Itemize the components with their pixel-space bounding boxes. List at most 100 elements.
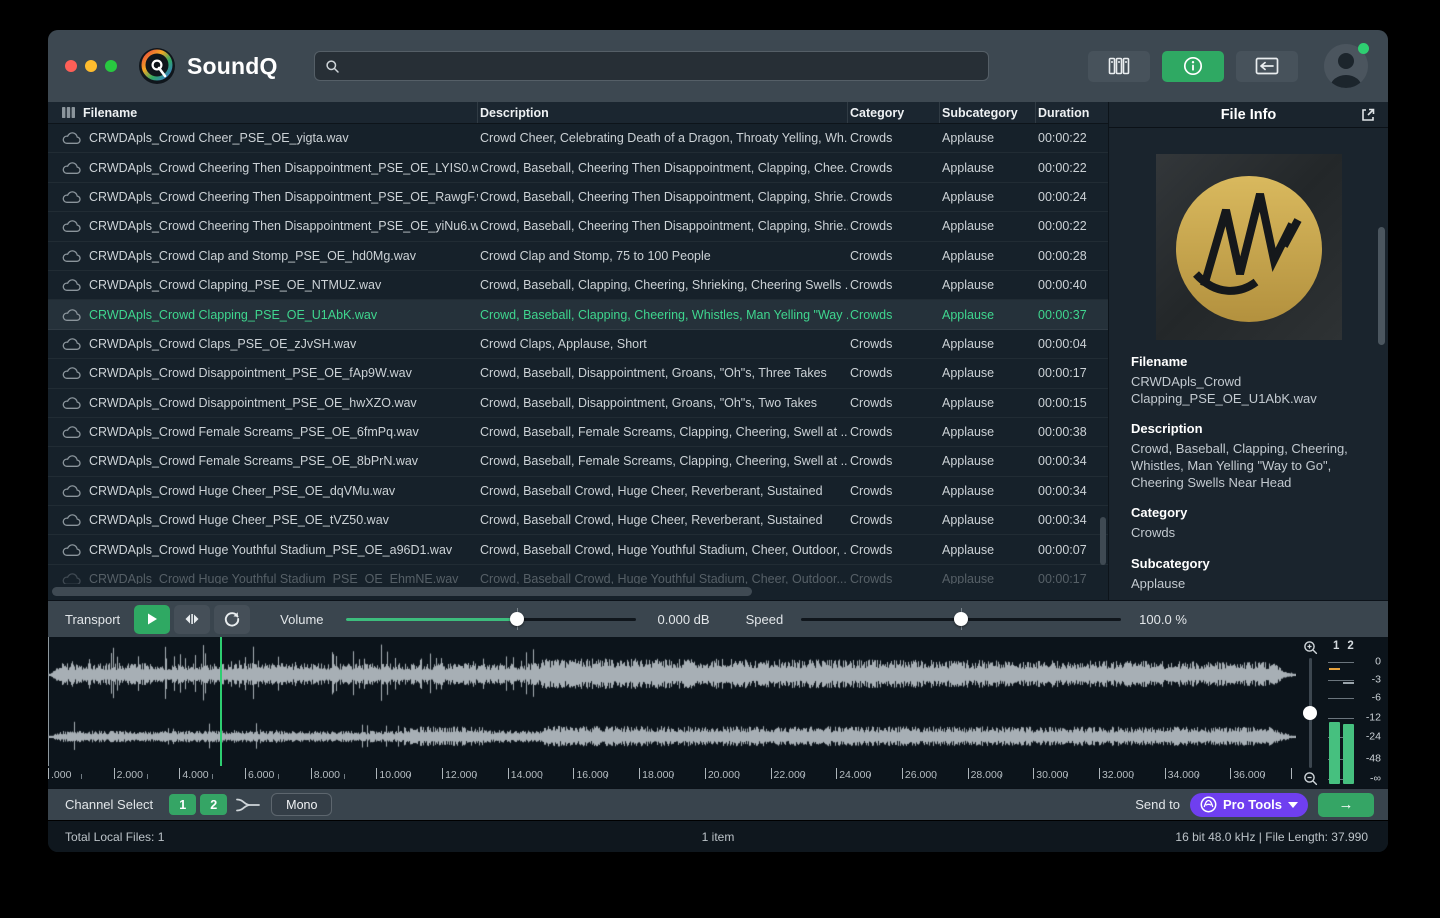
send-button[interactable]: →	[1318, 793, 1374, 817]
channel-1-button[interactable]: 1	[169, 794, 196, 815]
speed-slider-knob[interactable]	[954, 612, 968, 626]
row-filename: CRWDApls_Crowd Cheering Then Disappointm…	[89, 161, 478, 175]
row-duration: 00:00:38	[1036, 425, 1108, 439]
search-input[interactable]	[314, 51, 989, 81]
col-header-duration[interactable]: Duration	[1036, 102, 1108, 123]
cloud-icon	[62, 190, 81, 204]
table-header: Filename Description Category Subcategor…	[48, 102, 1108, 124]
row-category: Crowds	[848, 396, 940, 410]
timeline-tick-label: 10.000	[379, 769, 411, 781]
table-row[interactable]: CRWDApls_Crowd Female Screams_PSE_OE_6fm…	[48, 418, 1108, 447]
timeline-tick-label: 14.000	[511, 769, 543, 781]
account-avatar[interactable]	[1324, 44, 1368, 88]
playhead-cursor[interactable]	[220, 637, 222, 766]
table-body: CRWDApls_Crowd Cheer_PSE_OE_yigta.wav Cr…	[48, 124, 1108, 584]
file-info-title: File Info	[1221, 107, 1277, 123]
timeline-major-tick	[836, 768, 837, 779]
table-row[interactable]: CRWDApls_Crowd Huge Youthful Stadium_PSE…	[48, 565, 1108, 584]
waveform-display[interactable]	[48, 637, 1296, 766]
file-info-content: FilenameCRWDApls_Crowd Clapping_PSE_OE_U…	[1109, 128, 1388, 600]
table-row[interactable]: CRWDApls_Crowd Disappointment_PSE_OE_fAp…	[48, 359, 1108, 388]
play-button[interactable]	[134, 605, 170, 634]
results-table: Filename Description Category Subcategor…	[48, 102, 1108, 600]
row-description: Crowd, Baseball Crowd, Huge Cheer, Rever…	[478, 484, 848, 498]
timeline-tick-label: 2.000	[117, 769, 143, 781]
table-row[interactable]: CRWDApls_Crowd Huge Youthful Stadium_PSE…	[48, 535, 1108, 564]
row-filename: CRWDApls_Crowd Cheer_PSE_OE_yigta.wav	[89, 131, 349, 145]
status-bar: Total Local Files: 1 1 item 16 bit 48.0 …	[48, 820, 1388, 852]
table-row[interactable]: CRWDApls_Crowd Cheer_PSE_OE_yigta.wav Cr…	[48, 124, 1108, 153]
scrub-button[interactable]	[174, 605, 210, 634]
timeline-minor-tick	[1066, 774, 1067, 779]
row-filename: CRWDApls_Crowd Claps_PSE_OE_zJvSH.wav	[89, 337, 356, 351]
table-row[interactable]: CRWDApls_Crowd Female Screams_PSE_OE_8bP…	[48, 447, 1108, 476]
row-duration: 00:00:07	[1036, 543, 1108, 557]
volume-slider[interactable]	[346, 612, 636, 626]
zoom-slider[interactable]	[1309, 658, 1312, 768]
zoom-out-icon[interactable]	[1303, 771, 1318, 786]
row-filename: CRWDApls_Crowd Clapping_PSE_OE_NTMUZ.wav	[89, 278, 381, 292]
file-info-field: SubcategoryApplause	[1131, 556, 1366, 593]
minimize-window-button[interactable]	[85, 60, 97, 72]
timeline-ruler[interactable]: .0002.0004.0006.0008.00010.00012.00014.0…	[48, 766, 1296, 788]
loop-button[interactable]	[214, 605, 250, 634]
table-row[interactable]: CRWDApls_Crowd Cheering Then Disappointm…	[48, 183, 1108, 212]
volume-label: Volume	[280, 612, 323, 627]
table-row[interactable]: CRWDApls_Crowd Clapping_PSE_OE_U1AbK.wav…	[48, 300, 1108, 329]
row-subcategory: Applause	[940, 337, 1036, 351]
col-header-filename[interactable]: Filename	[83, 106, 137, 120]
column-chooser-icon[interactable]	[62, 107, 75, 118]
meter-tick-label: -∞	[1370, 772, 1381, 784]
content-area: Filename Description Category Subcategor…	[48, 102, 1388, 600]
table-row[interactable]: CRWDApls_Crowd Clapping_PSE_OE_NTMUZ.wav…	[48, 271, 1108, 300]
soundq-logo-icon	[137, 46, 177, 86]
table-row[interactable]: CRWDApls_Crowd Huge Cheer_PSE_OE_tVZ50.w…	[48, 506, 1108, 535]
zoom-slider-knob[interactable]	[1303, 706, 1317, 720]
row-category: Crowds	[848, 131, 940, 145]
channel-2-button[interactable]: 2	[200, 794, 227, 815]
close-window-button[interactable]	[65, 60, 77, 72]
cloud-icon	[62, 366, 81, 380]
file-info-panel: File Info	[1108, 102, 1388, 600]
table-row[interactable]: CRWDApls_Crowd Huge Cheer_PSE_OE_dqVMu.w…	[48, 477, 1108, 506]
mono-button[interactable]: Mono	[271, 793, 332, 816]
library-view-button[interactable]	[1088, 51, 1150, 82]
col-header-subcategory[interactable]: Subcategory	[940, 102, 1036, 123]
timeline-minor-tick	[869, 774, 870, 779]
maximize-window-button[interactable]	[105, 60, 117, 72]
file-info-scrollbar-thumb[interactable]	[1378, 227, 1385, 345]
row-category: Crowds	[848, 543, 940, 557]
meter-scale: 0-3-6-12-24-48-∞	[1324, 655, 1388, 788]
timeline-minor-tick	[212, 774, 213, 779]
dropdown-caret-icon	[1288, 802, 1298, 808]
table-row[interactable]: CRWDApls_Crowd Claps_PSE_OE_zJvSH.wav Cr…	[48, 330, 1108, 359]
timeline-major-tick	[114, 768, 115, 779]
panel-collapse-icon	[1255, 57, 1279, 75]
table-row[interactable]: CRWDApls_Crowd Cheering Then Disappointm…	[48, 212, 1108, 241]
table-vertical-scrollbar-thumb[interactable]	[1100, 517, 1106, 565]
table-row[interactable]: CRWDApls_Crowd Disappointment_PSE_OE_hwX…	[48, 389, 1108, 418]
timeline-major-tick	[311, 768, 312, 779]
file-info-toggle-button[interactable]	[1162, 51, 1224, 82]
col-header-description[interactable]: Description	[478, 102, 848, 123]
row-duration: 00:00:40	[1036, 278, 1108, 292]
speed-slider[interactable]	[801, 612, 1121, 626]
horizontal-scrollbar[interactable]	[48, 584, 1108, 600]
cloud-icon	[62, 425, 81, 439]
timeline-tick-label: 18.000	[642, 769, 674, 781]
send-target-dropdown[interactable]: Pro Tools	[1190, 793, 1308, 817]
external-link-icon[interactable]	[1360, 107, 1376, 123]
file-format-info: 16 bit 48.0 kHz | File Length: 37.990	[1175, 830, 1368, 844]
file-info-field: CategoryCrowds	[1131, 505, 1366, 542]
timeline-tick-label: 34.000	[1168, 769, 1200, 781]
col-header-category[interactable]: Category	[848, 102, 940, 123]
table-row[interactable]: CRWDApls_Crowd Clap and Stomp_PSE_OE_hd0…	[48, 242, 1108, 271]
volume-slider-knob[interactable]	[510, 612, 524, 626]
table-row[interactable]: CRWDApls_Crowd Cheering Then Disappointm…	[48, 153, 1108, 182]
horizontal-scrollbar-thumb[interactable]	[52, 587, 752, 596]
side-panel-toggle-button[interactable]	[1236, 51, 1298, 82]
cloud-icon	[62, 513, 81, 527]
send-to-label: Send to	[1135, 797, 1180, 812]
zoom-in-icon[interactable]	[1303, 640, 1318, 655]
timeline-tick-label: 22.000	[774, 769, 806, 781]
